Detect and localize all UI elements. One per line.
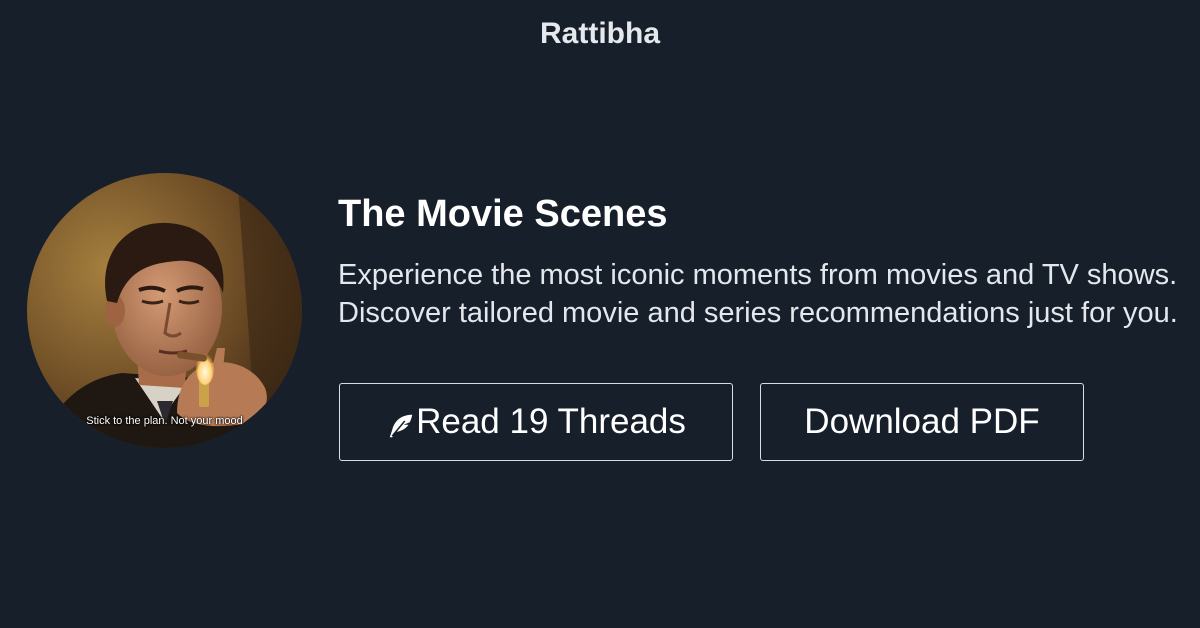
feather-icon bbox=[386, 411, 416, 441]
profile-title: The Movie Scenes bbox=[338, 193, 668, 235]
download-pdf-label: Download PDF bbox=[804, 402, 1040, 441]
avatar-image bbox=[27, 173, 302, 448]
read-threads-button[interactable]: Read 19 Threads bbox=[339, 383, 733, 461]
avatar: Stick to the plan. Not your mood bbox=[27, 173, 302, 448]
read-threads-label: Read 19 Threads bbox=[416, 402, 686, 441]
brand-name: Rattibha bbox=[540, 17, 660, 50]
avatar-caption: Stick to the plan. Not your mood bbox=[86, 415, 243, 427]
profile-description: Experience the most iconic moments from … bbox=[338, 259, 1178, 329]
download-pdf-button[interactable]: Download PDF bbox=[760, 383, 1084, 461]
card: Rattibha Stick to the plan. Not your moo… bbox=[0, 0, 1200, 628]
